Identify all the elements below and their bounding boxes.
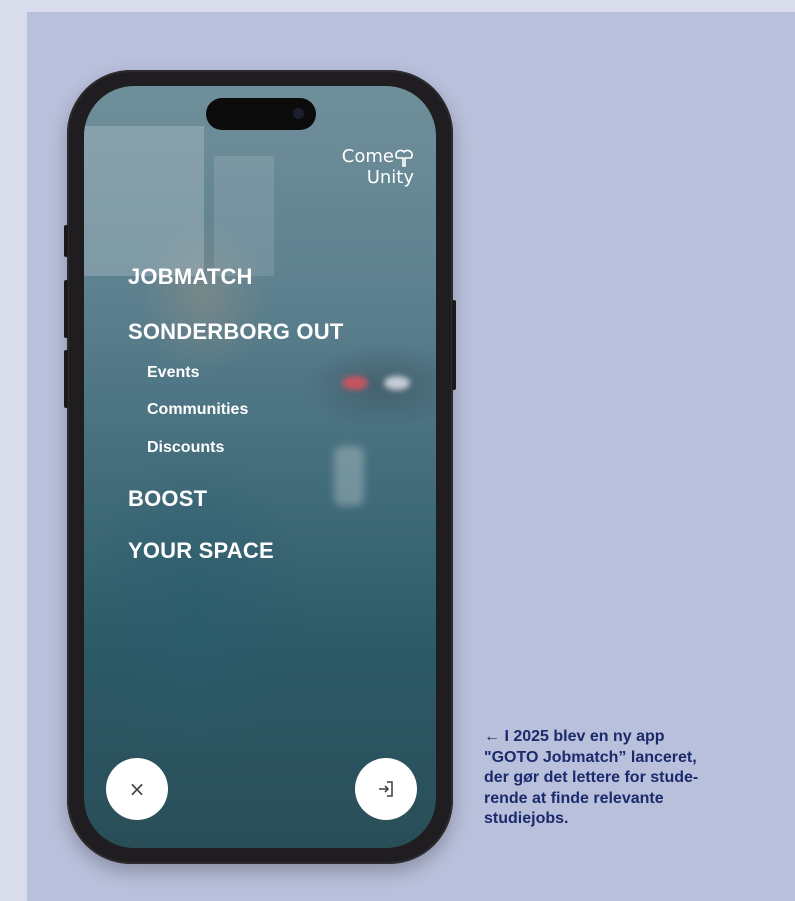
menu-item-your-space[interactable]: YOUR SPACE [128,538,274,564]
background-building [84,126,204,276]
app-screen: Come Unity JOBMATCH SONDERBORG OUT Event… [84,86,436,848]
caption-line-1-text: I 2025 blev en ny app [504,728,665,745]
menu-subitem-events[interactable]: Events [147,364,199,382]
dynamic-island [206,98,316,130]
phone-volume-down-button [64,350,68,408]
caption-text: ← I 2025 blev en ny app "GOTO Jobmatch” … [484,727,784,830]
camera-icon [293,108,304,119]
menu-subitem-communities[interactable]: Communities [147,401,248,419]
comeunity-logo[interactable]: Come Unity [342,146,414,188]
lamp-glow [334,446,364,506]
car-light [384,376,410,390]
car-light [342,376,368,390]
caption-line-4: rende at finde relevante [484,789,664,807]
menu-item-jobmatch[interactable]: JOBMATCH [128,264,253,290]
menu-subitem-discounts[interactable]: Discounts [147,439,224,457]
menu-item-sonderborg-out[interactable]: SONDERBORG OUT [128,319,343,345]
close-button[interactable]: × [106,758,168,820]
arrow-left-icon: ← [484,728,500,745]
phone-mockup: Come Unity JOBMATCH SONDERBORG OUT Event… [64,70,456,864]
caption-line-5: studiejobs. [484,810,569,827]
heart-plus-icon [395,149,413,167]
caption-line-1: ← I 2025 blev en ny app [484,727,784,748]
caption-line-3: der gør det lettere for stude- [484,769,699,786]
logo-word-come: Come [341,146,394,167]
phone-power-button [452,300,456,390]
phone-volume-up-button [64,280,68,338]
menu-item-boost[interactable]: BOOST [128,486,207,512]
background-building [214,156,274,276]
login-button[interactable] [355,758,417,820]
caption-line-2: "GOTO Jobmatch” lanceret, [484,748,697,766]
login-icon [379,781,393,797]
phone-side-button [64,225,68,257]
logo-word-unity: Unity [366,167,414,188]
close-icon: × [128,777,146,801]
